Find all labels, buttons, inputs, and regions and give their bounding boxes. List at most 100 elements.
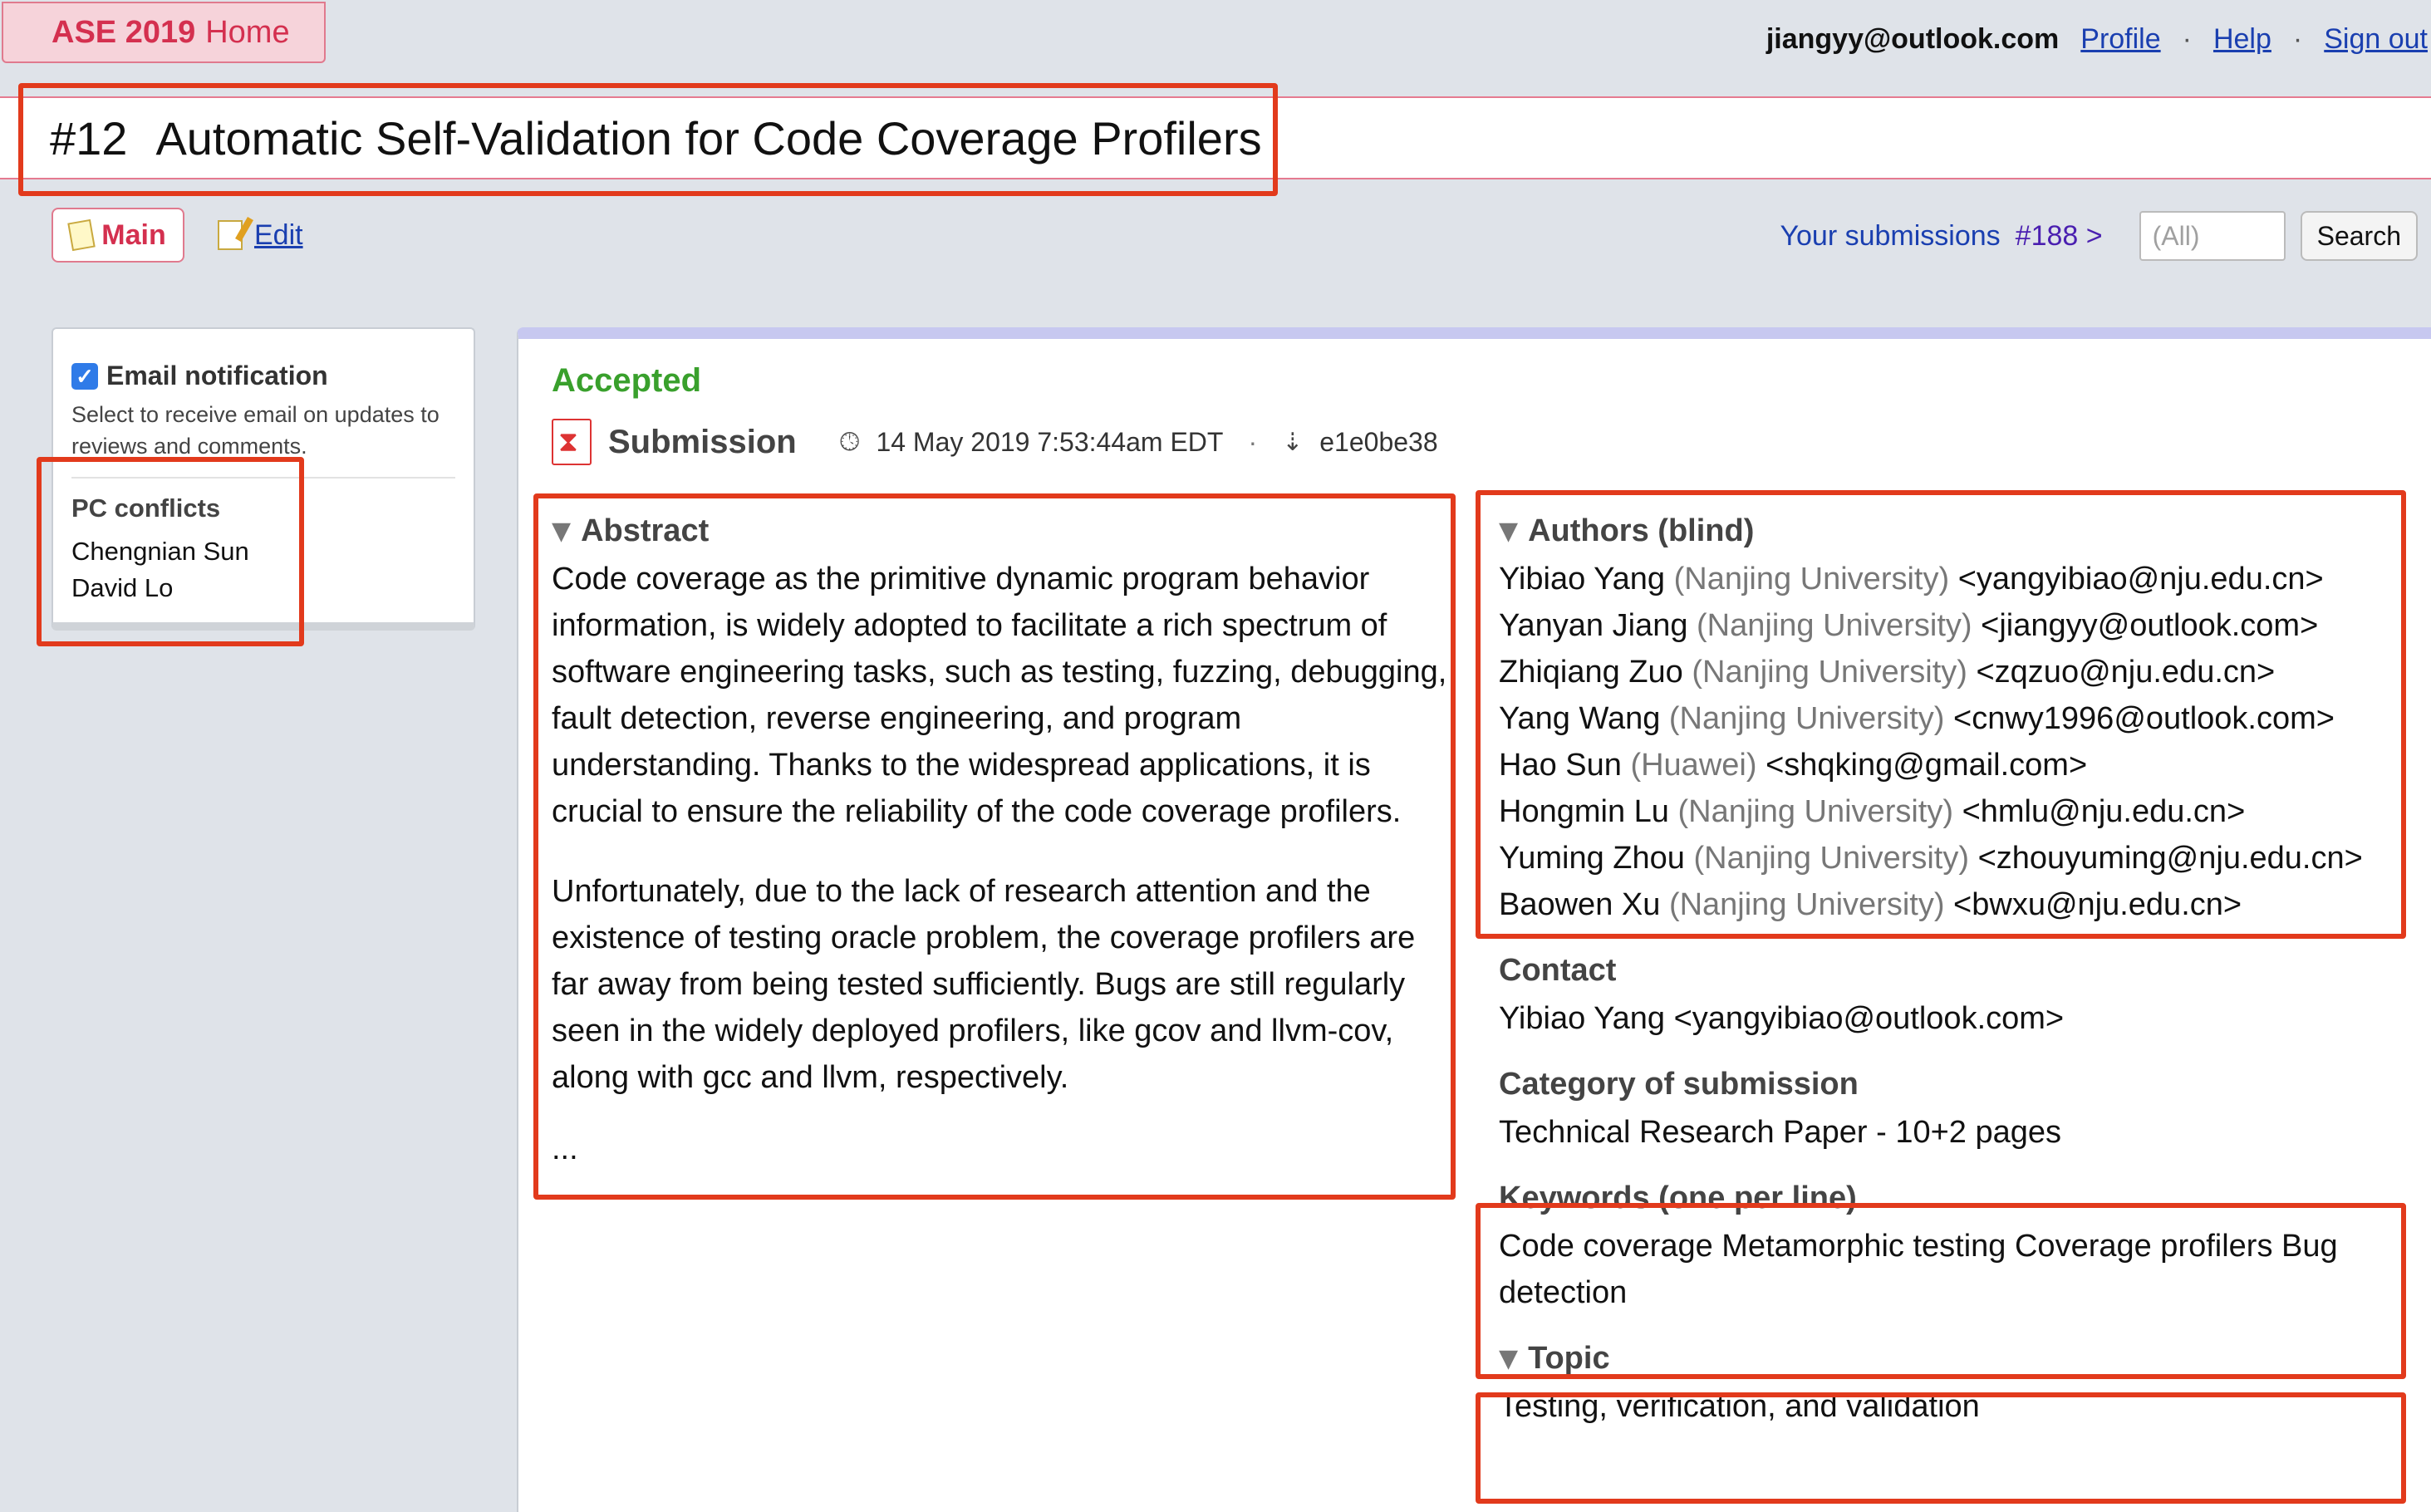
tab-main-label: Main [101,218,166,251]
user-nav: jiangyy@outlook.com Profile · Help · Sig… [1766,18,2428,60]
submission-row: Submission 🕓︎ 14 May 2019 7:53:44am EDT … [552,419,1438,465]
home-link[interactable]: Home [205,15,289,51]
submission-nav: Your submissions #188 > Search [1780,209,2418,263]
author-affiliation: (Nanjing University) [1668,887,1945,922]
author-name: Zhiqiang Zuo [1499,655,1683,690]
contact-value: Yibiao Yang <yangyibiao@outlook.com> [1499,1001,2065,1036]
author-email: <cnwy1996@outlook.com> [1953,701,2335,736]
author-row: Hongmin Lu (Nanjing University) <hmlu@nj… [1499,788,2413,835]
checkbox-checked-icon[interactable]: ✓ [71,362,98,390]
author-affiliation: (Nanjing University) [1693,841,1970,876]
author-email: <yangyibiao@nju.edu.cn> [1957,562,2324,596]
author-email: <zhouyuming@nju.edu.cn> [1977,841,2363,876]
author-email: <jiangyy@outlook.com> [1981,608,2319,643]
collapse-triangle-icon: ▼ [1499,517,1519,546]
author-row: Baowen Xu (Nanjing University) <bwxu@nju… [1499,881,2413,928]
your-submissions-link[interactable]: Your submissions [1780,220,2000,253]
author-row: Yibiao Yang (Nanjing University) <yangyi… [1499,556,2413,602]
author-affiliation: (Nanjing University) [1677,794,1954,829]
author-name: Yanyan Jiang [1499,608,1688,643]
author-name: Baowen Xu [1499,887,1661,922]
tab-edit[interactable]: Edit [218,214,303,256]
document-icon [67,218,96,252]
next-submission-link[interactable]: #188 > [2016,220,2103,253]
search-input[interactable] [2139,211,2286,261]
signout-link[interactable]: Sign out [2324,23,2428,56]
nav-separator: · [2292,22,2303,55]
abstract-section: ▼ Abstract Code coverage as the primitiv… [552,513,1457,1172]
author-row: Yang Wang (Nanjing University) <cnwy1996… [1499,695,2413,742]
site-home-tab[interactable]: ASE 2019 Home [2,2,326,63]
help-link[interactable]: Help [2213,23,2271,56]
author-name: Hao Sun [1499,748,1622,783]
user-email: jiangyy@outlook.com [1766,22,2060,55]
sidebar-divider [71,477,455,479]
meta-separator: · [1248,426,1258,457]
author-affiliation: (Nanjing University) [1692,655,1967,690]
author-name: Yibiao Yang [1499,562,1666,596]
author-row: Hao Sun (Huawei) <shqking@gmail.com> [1499,742,2413,788]
email-notification-help: Select to receive email on updates to re… [71,402,440,459]
author-name: Yuming Zhou [1499,841,1685,876]
author-name: Yang Wang [1499,701,1661,736]
site-name: ASE 2019 [52,14,196,50]
topic-header[interactable]: ▼ Topic [1499,1341,2413,1377]
author-name: Hongmin Lu [1499,794,1669,829]
author-row: Zhiqiang Zuo (Nanjing University) <zqzuo… [1499,649,2413,695]
submission-timestamp: 14 May 2019 7:53:44am EDT [876,426,1224,457]
sidebar-card: ✓ Email notification Select to receive e… [52,327,475,631]
author-row: Yuming Zhou (Nanjing University) <zhouyu… [1499,835,2413,881]
contact-section: Contact Yibiao Yang <yangyibiao@outlook.… [1499,953,2413,1042]
paper-title: Automatic Self-Validation for Code Cover… [155,111,1262,164]
paper-number: #12 [50,111,128,164]
search-button[interactable]: Search [2300,211,2418,261]
author-affiliation: (Nanjing University) [1697,608,1972,643]
author-email: <hmlu@nju.edu.cn> [1962,794,2246,829]
topic-value: Testing, verification, and validation [1499,1389,1980,1424]
email-notification-label: Email notification [106,361,328,390]
author-email: <bwxu@nju.edu.cn> [1953,887,2242,922]
authors-title: Authors (blind) [1528,513,1755,548]
tab-main[interactable]: Main [52,208,184,263]
clock-icon: 🕓︎ [839,427,860,457]
author-affiliation: (Nanjing University) [1673,562,1950,596]
abstract-title: Abstract [581,513,710,548]
submission-hash: e1e0be38 [1319,426,1438,457]
keywords-title: Keywords (one per line) [1499,1181,1857,1215]
status-badge: Accepted [552,362,702,399]
checksum-icon: ⇣ [1282,427,1304,457]
metadata-column: ▼ Authors (blind) Yibiao Yang (Nanjing U… [1499,513,2413,1455]
abstract-paragraph: Unfortunately, due to the lack of resear… [552,874,1416,1095]
author-affiliation: (Huawei) [1630,748,1757,783]
category-title: Category of submission [1499,1067,1859,1102]
authors-header[interactable]: ▼ Authors (blind) [1499,513,2413,549]
abstract-paragraph: Code coverage as the primitive dynamic p… [552,562,1447,829]
category-value: Technical Research Paper - 10+2 pages [1499,1115,2062,1150]
authors-section: ▼ Authors (blind) Yibiao Yang (Nanjing U… [1499,513,2413,928]
submission-card: Accepted Submission 🕓︎ 14 May 2019 7:53:… [517,327,2431,1512]
pc-conflicts-title: PC conflicts [71,493,221,523]
keywords-section: Keywords (one per line) Code coverage Me… [1499,1181,2413,1316]
paper-title-bar: #12 Automatic Self-Validation for Code C… [0,96,2431,179]
nav-separator: · [2182,22,2192,55]
pc-conflict-item: David Lo [71,573,174,602]
pdf-icon[interactable] [552,419,592,465]
submission-link[interactable]: Submission [608,424,797,461]
contact-title: Contact [1499,953,1617,988]
abstract-more[interactable]: ... [552,1126,1457,1172]
edit-pencil-icon [218,220,243,250]
category-section: Category of submission Technical Researc… [1499,1067,2413,1156]
pc-conflicts-list: Chengnian Sun David Lo [71,533,249,606]
author-affiliation: (Nanjing University) [1668,701,1945,736]
keywords-value: Code coverage Metamorphic testing Covera… [1499,1229,2338,1310]
topic-section: ▼ Topic Testing, verification, and valid… [1499,1341,2413,1430]
collapse-triangle-icon: ▼ [552,517,572,546]
tab-edit-label[interactable]: Edit [254,219,303,252]
author-email: <shqking@gmail.com> [1766,748,2088,783]
profile-link[interactable]: Profile [2080,23,2160,56]
email-notification-toggle[interactable]: ✓ Email notification [71,361,328,391]
topic-title: Topic [1528,1341,1610,1376]
next-arrow-icon: > [2085,219,2103,252]
pc-conflict-item: Chengnian Sun [71,537,249,566]
abstract-header[interactable]: ▼ Abstract [552,513,1457,549]
